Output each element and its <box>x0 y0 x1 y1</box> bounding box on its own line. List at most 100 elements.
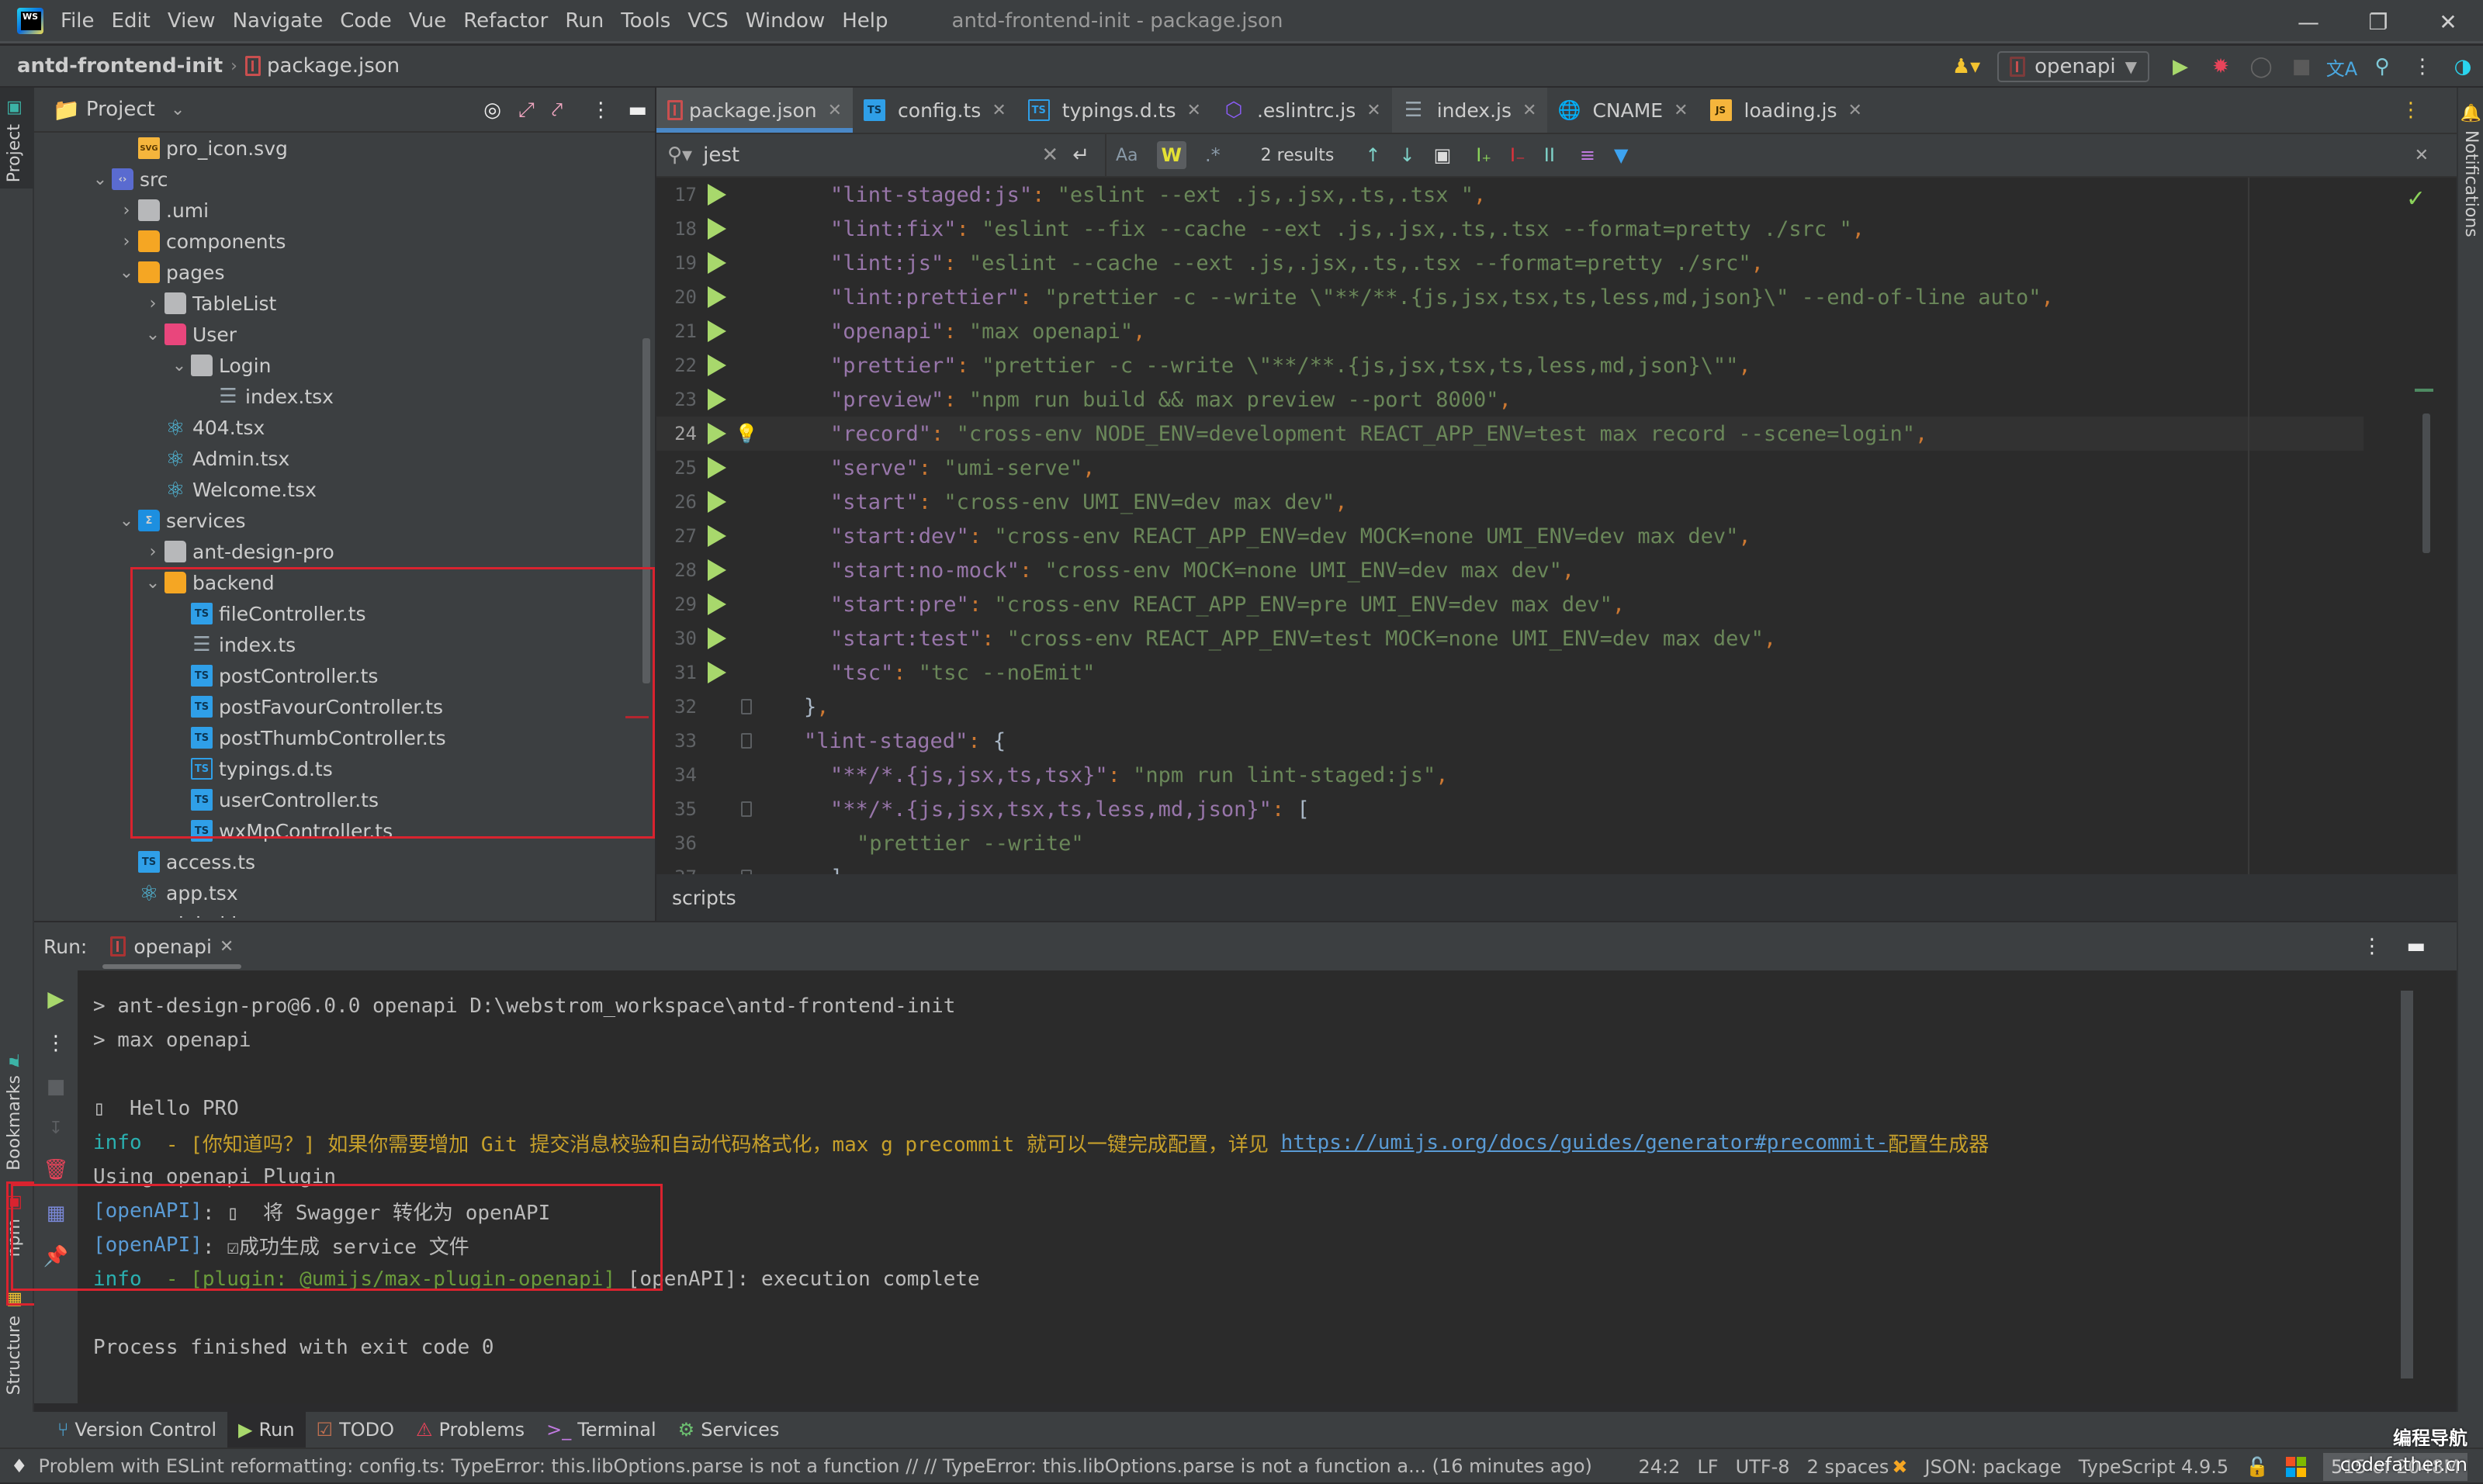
clear-search-icon[interactable]: ✕ <box>1041 144 1058 167</box>
indent-setting[interactable]: 2 spaces ✖ <box>1807 1456 1908 1478</box>
hide-panel-icon[interactable]: ▬ <box>628 99 647 122</box>
code-with-me-icon[interactable]: ♟▾ <box>1949 50 1983 84</box>
tree-item[interactable]: ⚛ Admin.tsx <box>141 443 289 474</box>
select-all-occurrences-icon[interactable]: II <box>1544 144 1555 166</box>
more-actions-icon[interactable]: ⋮ <box>2405 50 2440 84</box>
line-number[interactable]: 20 <box>656 286 703 308</box>
line-number[interactable]: 28 <box>656 559 703 581</box>
run-script-icon[interactable] <box>708 662 726 683</box>
line-number[interactable]: 29 <box>656 593 703 615</box>
menu-view[interactable]: View <box>168 9 216 33</box>
restore-button[interactable]: ❐ <box>2343 0 2413 43</box>
status-message[interactable]: Problem with ESLint reformatting: config… <box>39 1455 1592 1477</box>
line-number[interactable]: 35 <box>656 798 703 820</box>
more-icon[interactable]: ⋮ <box>46 1032 66 1055</box>
tree-item[interactable]: ⚛ Welcome.tsx <box>141 474 317 505</box>
close-tab-icon[interactable]: ✕ <box>992 101 1006 120</box>
rerun-icon[interactable]: ▶ <box>47 986 64 1012</box>
menu-help[interactable]: Help <box>842 9 888 33</box>
run-script-icon[interactable] <box>708 389 726 410</box>
run-script-icon[interactable] <box>708 320 726 342</box>
typescript-version[interactable]: TypeScript 4.9.5 <box>2079 1456 2228 1478</box>
fold-icon[interactable] <box>741 801 752 817</box>
file-encoding[interactable]: UTF-8 <box>1736 1456 1790 1478</box>
close-tab-icon[interactable]: ✕ <box>1366 101 1380 120</box>
run-script-icon[interactable] <box>708 559 726 581</box>
close-window-button[interactable]: ✕ <box>2413 0 2483 43</box>
menu-file[interactable]: File <box>61 9 95 33</box>
menu-run[interactable]: Run <box>565 9 604 33</box>
line-number[interactable]: 19 <box>656 252 703 274</box>
line-number[interactable]: 23 <box>656 389 703 410</box>
tab-eslintrc-js[interactable]: ⬡ .eslintrc.js ✕ <box>1212 88 1392 133</box>
chevron-down-icon[interactable]: ⌄ <box>88 170 112 189</box>
jetbrains-ai-icon[interactable]: ◑ <box>2446 50 2480 84</box>
run-options-icon[interactable]: ⋮ <box>2362 935 2382 958</box>
profile-icon[interactable]: ◯ <box>2244 50 2278 84</box>
tree-item[interactable]: ⌄ Σservices <box>115 505 246 536</box>
tree-item[interactable]: ☰ index.tsx <box>194 381 334 412</box>
fold-icon[interactable] <box>741 733 752 749</box>
menu-code[interactable]: Code <box>340 9 392 33</box>
tool-problems[interactable]: ⚠ Problems <box>405 1412 535 1448</box>
lock-icon[interactable]: 🔓 <box>2246 1456 2269 1478</box>
bookmarks-tool-button[interactable]: Bookmarks ⚑ <box>5 1050 24 1171</box>
event-log-icon[interactable]: ♦ <box>11 1455 28 1477</box>
menu-edit[interactable]: Edit <box>112 9 151 33</box>
console-scrollbar[interactable] <box>2401 991 2413 1378</box>
run-tab-openapi[interactable]: openapi ✕ <box>102 922 242 970</box>
line-number[interactable]: 36 <box>656 832 703 854</box>
tree-item[interactable]: ⚛ app.tsx <box>115 877 237 908</box>
line-number[interactable]: 32 <box>656 696 703 718</box>
structure-tool-button[interactable]: Structure ▦ <box>5 1290 24 1395</box>
scroll-to-end-icon[interactable]: ↧ <box>49 1119 63 1138</box>
chevron-down-icon[interactable]: ⌄ <box>115 511 138 531</box>
breadcrumb-project[interactable]: antd-frontend-init <box>17 54 223 78</box>
project-tool-button[interactable]: Project ▣ <box>5 99 24 182</box>
select-opened-file-icon[interactable]: ◎ <box>483 99 501 122</box>
debug-icon[interactable]: ✹ <box>2204 50 2238 84</box>
line-number[interactable]: 22 <box>656 355 703 376</box>
search-everywhere-icon[interactable]: ⚲ <box>2365 50 2399 84</box>
tree-item[interactable]: › .umi <box>115 195 210 226</box>
line-number[interactable]: 33 <box>656 730 703 752</box>
next-occurrence-icon[interactable]: ↓ <box>1399 144 1415 166</box>
tree-item[interactable]: ⌄ pages <box>115 257 225 288</box>
docs-link[interactable]: https://umijs.org/docs/guides/generator#… <box>1281 1131 1889 1154</box>
tree-item[interactable]: › components <box>115 226 286 257</box>
menu-vcs[interactable]: VCS <box>687 9 728 33</box>
tree-item[interactable]: TS access.ts <box>115 846 255 877</box>
close-tab-icon[interactable]: ✕ <box>1522 101 1536 120</box>
stop-icon[interactable]: ■ <box>2284 50 2319 84</box>
run-script-icon[interactable] <box>708 184 726 206</box>
tool-version-control[interactable]: ⑂ Version Control <box>47 1412 227 1448</box>
tree-item[interactable]: SVG pro_icon.svg <box>115 133 288 164</box>
menu-window[interactable]: Window <box>746 9 826 33</box>
tab-package-json[interactable]: package.json ✕ <box>656 88 854 133</box>
hide-run-panel-icon[interactable]: ▬ <box>2406 935 2426 958</box>
tool-run[interactable]: ▶ Run <box>227 1412 306 1448</box>
close-tab-icon[interactable]: ✕ <box>1187 101 1201 120</box>
notifications-tool-button[interactable]: 🔔 Notifications <box>2461 103 2481 237</box>
chevron-right-icon[interactable]: › <box>115 232 138 251</box>
find-input[interactable]: ⚲▾ jest ✕ ↵ <box>656 133 1106 178</box>
run-script-icon[interactable] <box>708 525 726 547</box>
line-number[interactable]: 26 <box>656 491 703 513</box>
chevron-down-icon[interactable]: ⌄ <box>115 263 138 282</box>
lightbulb-icon[interactable]: 💡 <box>735 423 758 445</box>
expand-all-icon[interactable]: ⤢ <box>518 99 535 123</box>
options-icon[interactable]: ⋮ <box>590 99 611 122</box>
filter-icon[interactable]: ▼ <box>1614 144 1628 166</box>
menu-navigate[interactable]: Navigate <box>233 9 324 33</box>
fold-icon[interactable] <box>741 699 752 714</box>
run-configuration-select[interactable]: openapi ▼ <box>1997 51 2149 82</box>
caret-position[interactable]: 24:2 <box>1639 1456 1681 1478</box>
chevron-right-icon[interactable]: › <box>141 542 164 562</box>
tree-item[interactable]: › TableList <box>141 288 277 319</box>
tool-services[interactable]: ⚙ Services <box>667 1412 791 1448</box>
tree-item[interactable]: ⌄ User <box>141 319 237 350</box>
run-icon[interactable]: ▶ <box>2163 50 2197 84</box>
line-number[interactable]: 24 <box>656 423 703 445</box>
tree-item[interactable]: ⌄ Login <box>168 350 272 381</box>
tree-item[interactable]: less global.less <box>115 908 269 918</box>
